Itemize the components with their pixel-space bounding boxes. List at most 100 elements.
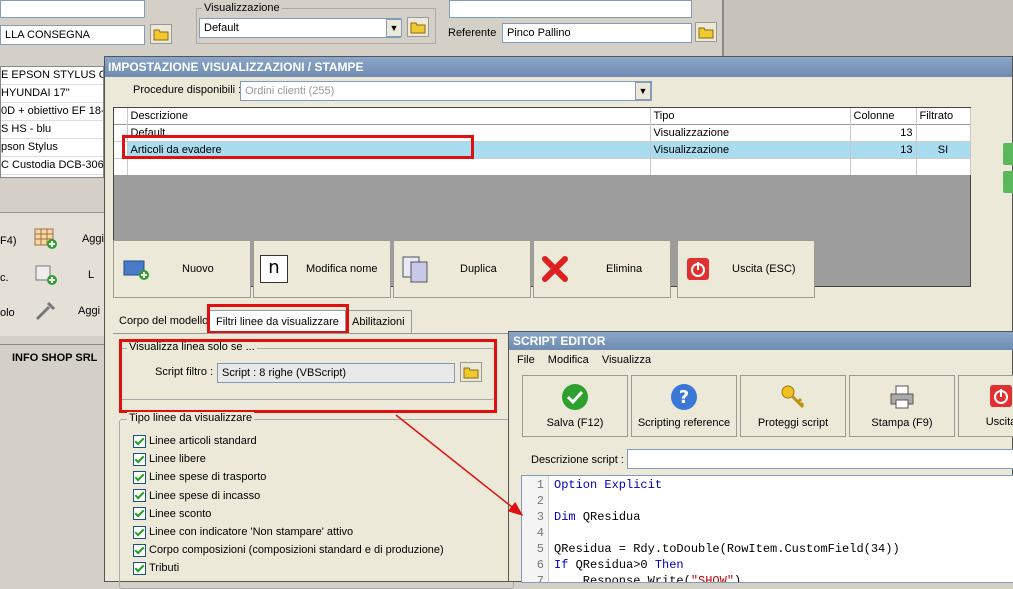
procedure-dropdown-button[interactable]: ▼ [635, 82, 651, 100]
annotation-highlight-tab [207, 304, 349, 334]
help-icon: ? [671, 384, 697, 410]
uscita-script-button[interactable]: Uscita [958, 375, 1013, 437]
checkbox-row[interactable]: Linee articoli standard [133, 432, 513, 450]
code-token: QResidua [582, 510, 641, 524]
check-icon [562, 384, 588, 410]
visualizzazione-folder-button[interactable] [407, 17, 429, 37]
code-token: Option Explicit [554, 478, 663, 492]
column-header[interactable]: Tipo [650, 108, 851, 125]
scripting-reference-button[interactable]: ? Scripting reference [631, 375, 737, 437]
list-item[interactable]: E EPSON STYLUS COL [1, 67, 103, 85]
procedure-select[interactable]: Ordini clienti (255) [240, 81, 652, 101]
checkbox-checked[interactable] [133, 543, 146, 557]
delete-x-icon [542, 256, 568, 282]
code-line[interactable]: 1 Option Explicit [522, 477, 900, 493]
duplica-button[interactable]: Duplica [393, 240, 531, 298]
list-item[interactable]: pson Stylus [1, 139, 103, 157]
descrizione-script-field[interactable] [627, 449, 1013, 469]
move-up-icon[interactable] [1003, 143, 1013, 165]
column-header[interactable]: Filtrato [916, 108, 971, 125]
line-number: 2 [536, 494, 544, 508]
left-button-add-grid[interactable]: Aggi [34, 224, 104, 254]
power-icon [990, 385, 1012, 407]
top-right-field[interactable] [449, 0, 692, 18]
consegna-combo[interactable]: LLA CONSEGNA [0, 25, 145, 45]
referente-folder-button[interactable] [695, 22, 717, 42]
menu-modifica[interactable]: Modifica [548, 354, 589, 366]
list-item[interactable]: C Custodia DCB-306 [1, 157, 103, 175]
script-editor-title-bar: SCRIPT EDITOR [509, 332, 1013, 350]
code-lines: 1 Option Explicit 2 3 Dim QResidua 4 5 QResidua… [522, 477, 900, 582]
product-list[interactable]: E EPSON STYLUS COL HYUNDAI 17" 0D + obie… [0, 66, 104, 178]
folder-icon [698, 27, 714, 39]
checkbox-checked[interactable] [133, 507, 146, 521]
checkbox-checked[interactable] [133, 525, 146, 539]
stampa-button[interactable]: Stampa (F9) [849, 375, 955, 437]
modifica-nome-button[interactable]: n Modifica nome [253, 240, 391, 298]
column-header[interactable]: Colonne [850, 108, 917, 125]
line-number: 6 [536, 558, 544, 572]
annotation-highlight-filter [119, 339, 497, 413]
checkbox-checked[interactable] [133, 561, 146, 575]
nuovo-button[interactable]: Nuovo [113, 240, 251, 298]
table-row-empty[interactable] [114, 158, 971, 175]
script-editor-window: SCRIPT EDITOR File Modifica Visualizza S… [508, 331, 1013, 583]
visualizzazione-value: Default [204, 22, 239, 34]
checkbox-row[interactable]: Corpo composizioni (composizioni standar… [133, 541, 513, 559]
column-header[interactable]: Descrizione [127, 108, 651, 125]
table-header: Descrizione Tipo Colonne Filtrato [114, 108, 971, 125]
menu-file[interactable]: File [517, 354, 535, 366]
consegna-field[interactable] [0, 0, 145, 18]
cell-filtrato[interactable]: SI [916, 141, 971, 159]
checkbox-checked[interactable] [133, 489, 146, 503]
procedure-value: Ordini clienti (255) [245, 85, 335, 97]
cell-tipo[interactable]: Visualizzazione [650, 141, 851, 159]
visualizzazione-select[interactable]: Default [199, 18, 401, 38]
line-types-list: Linee articoli standard Linee libere Lin… [133, 432, 513, 578]
tab-corpo[interactable]: Corpo del modello [113, 310, 214, 332]
cell-tipo[interactable]: Visualizzazione [650, 124, 851, 142]
list-item[interactable]: 0D + obiettivo EF 18- [1, 103, 103, 121]
left-button-search-add[interactable]: L [34, 260, 104, 290]
consegna-folder-button[interactable] [150, 24, 172, 44]
list-item[interactable]: HYUNDAI 17" [1, 85, 103, 103]
checkbox-row[interactable]: Linee spese di incasso [133, 487, 513, 505]
uscita-button[interactable]: Uscita (ESC) [677, 240, 815, 298]
line-number: 1 [536, 478, 544, 492]
tab-abilitazioni[interactable]: Abilitazioni [345, 310, 412, 333]
checkbox-checked[interactable] [133, 452, 146, 466]
proteggi-script-button[interactable]: Proteggi script [740, 375, 846, 437]
move-down-icon[interactable] [1003, 171, 1013, 193]
cell-filtrato[interactable] [916, 124, 971, 142]
checkbox-row[interactable]: Linee con indicatore 'Non stampare' atti… [133, 523, 513, 541]
checkbox-checked[interactable] [133, 470, 146, 484]
left-button-key: olo [0, 307, 15, 319]
checkbox-row[interactable]: Linee sconto [133, 505, 513, 523]
checkbox-checked[interactable] [133, 434, 146, 448]
menu-visualizza[interactable]: Visualizza [602, 354, 651, 366]
code-line[interactable]: 6 If QResidua>0 Then [522, 557, 900, 573]
cell-colonne[interactable]: 13 [850, 141, 917, 159]
procedure-label: Procedure disponibili : [133, 84, 242, 96]
right-panel [722, 0, 1013, 60]
code-editor[interactable]: 1 Option Explicit 2 3 Dim QResidua 4 5 QResidua… [521, 475, 1013, 583]
referente-field[interactable]: Pinco Pallino [502, 23, 692, 43]
checkbox-row[interactable]: Linee spese di trasporto [133, 468, 513, 486]
elimina-button[interactable]: Elimina [533, 240, 671, 298]
power-icon [687, 258, 709, 280]
folder-icon [410, 22, 426, 34]
cell-colonne[interactable]: 13 [850, 124, 917, 142]
line-number: 3 [536, 510, 544, 524]
code-line[interactable]: 5 QResidua = Rdy.toDouble(RowItem.CustomF… [522, 541, 900, 557]
descrizione-script-label: Descrizione script : [531, 454, 624, 466]
checkbox-row[interactable]: Linee libere [133, 450, 513, 468]
salva-button[interactable]: Salva (F12) [522, 375, 628, 437]
code-line[interactable]: 4 [522, 525, 900, 541]
checkbox-row[interactable]: Tributi [133, 559, 513, 577]
left-button-tools[interactable]: Aggi [34, 296, 104, 326]
code-line[interactable]: 2 [522, 493, 900, 509]
visualizzazione-dropdown-button[interactable]: ▼ [386, 19, 402, 37]
list-item[interactable]: S HS - blu [1, 121, 103, 139]
copy-icon [402, 256, 428, 283]
code-line[interactable]: 3 Dim QResidua [522, 509, 900, 525]
